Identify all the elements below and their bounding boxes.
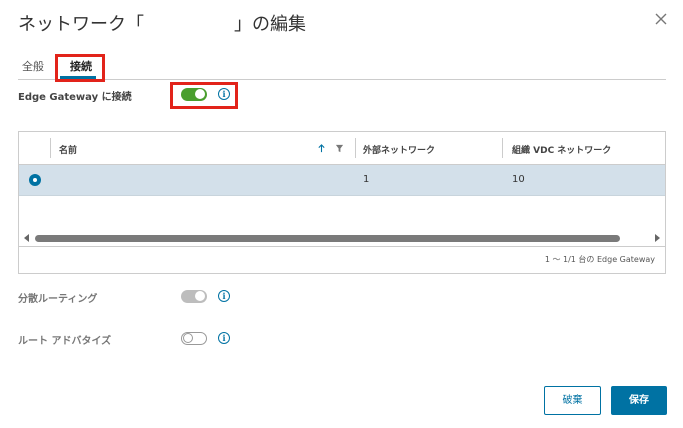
sort-ascending-icon[interactable] xyxy=(317,144,326,153)
edge-gateway-toggle[interactable] xyxy=(181,88,207,101)
tab-bar: 全般 接続 xyxy=(18,58,218,80)
scroll-left-icon[interactable] xyxy=(23,234,31,242)
tabs-divider xyxy=(18,79,666,80)
grid-header: 名前 外部ネットワーク 組織 VDC ネットワーク xyxy=(19,132,665,165)
tab-general[interactable]: 全般 xyxy=(22,58,44,74)
grid-footer-divider xyxy=(19,246,665,247)
row-org-vdc-network: 10 xyxy=(512,174,525,185)
scrollbar-thumb[interactable] xyxy=(35,235,620,242)
grid-footer-count: 1 ～ 1/1 台の Edge Gateway xyxy=(544,255,655,264)
info-icon[interactable]: i xyxy=(218,88,230,100)
edge-gateway-label: Edge Gateway に接続 xyxy=(18,92,132,103)
route-advertise-toggle[interactable] xyxy=(181,332,207,345)
filter-icon[interactable] xyxy=(335,144,344,153)
row-external-network: 1 xyxy=(363,174,370,185)
table-row[interactable]: 1 10 xyxy=(19,165,665,196)
distributed-routing-toggle[interactable] xyxy=(181,290,207,303)
info-icon[interactable]: i xyxy=(218,332,230,344)
route-advertise-label: ルート アドバタイズ xyxy=(18,336,112,347)
highlight-box-tab xyxy=(55,54,105,82)
close-icon[interactable] xyxy=(654,12,668,26)
scroll-right-icon[interactable] xyxy=(653,234,661,242)
edge-gateway-grid: 名前 外部ネットワーク 組織 VDC ネットワーク 1 10 1 ～ 1/1 台… xyxy=(18,131,666,274)
save-button[interactable]: 保存 xyxy=(611,386,667,415)
horizontal-scrollbar[interactable] xyxy=(19,232,665,244)
row-select-radio[interactable] xyxy=(29,174,41,186)
dialog-title: ネットワーク「 」の編集 xyxy=(18,14,306,35)
info-icon[interactable]: i xyxy=(218,290,230,302)
column-header-external-network[interactable]: 外部ネットワーク xyxy=(363,143,435,156)
column-header-org-vdc-network[interactable]: 組織 VDC ネットワーク xyxy=(512,143,611,156)
column-header-name[interactable]: 名前 xyxy=(59,143,77,156)
distributed-routing-label: 分散ルーティング xyxy=(18,294,98,305)
discard-button[interactable]: 破棄 xyxy=(544,386,601,415)
